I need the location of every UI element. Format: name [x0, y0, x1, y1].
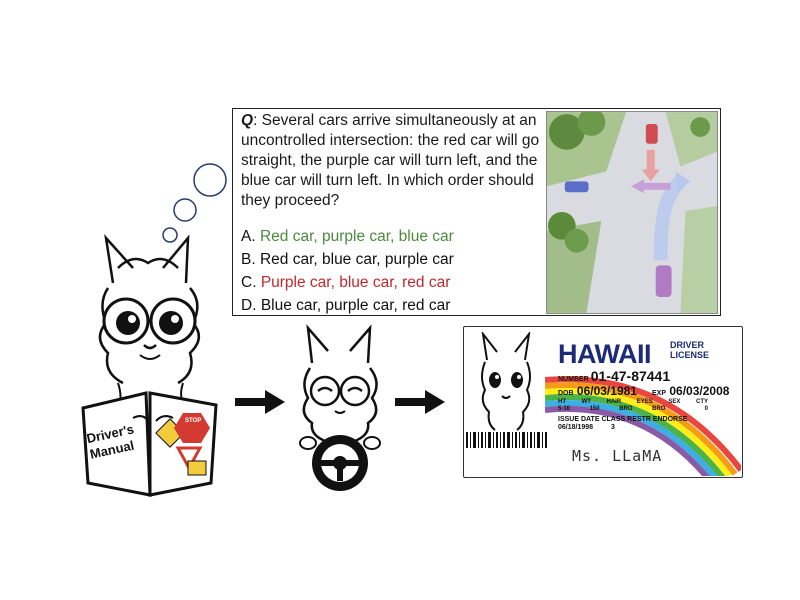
field-eyes-value: BRO: [652, 406, 666, 412]
restr-label: RESTR: [627, 416, 651, 423]
license-photo-llama: [481, 332, 531, 431]
option-a-letter: A.: [241, 228, 256, 245]
question-label: Q: [241, 112, 254, 129]
option-a-text: Red car, purple car, blue car: [259, 228, 454, 245]
option-b: B. Red car, blue car, purple car: [241, 250, 454, 270]
red-car: [645, 124, 658, 144]
license-type-line1: DRIVER: [670, 340, 705, 350]
field-ht-label: HT: [558, 399, 566, 405]
option-d-letter: D.: [241, 297, 257, 314]
intersection-illustration: [546, 111, 718, 314]
endorse-label: ENDORSE: [652, 416, 688, 423]
blue-car: [564, 181, 589, 193]
option-c-letter: C.: [241, 274, 257, 291]
question-text: Q: Several cars arrive simultaneously at…: [241, 111, 541, 211]
option-c-text: Purple car, blue car, red car: [260, 274, 451, 291]
arrow-right-icon: [235, 390, 285, 414]
license-exp-label: EXP: [652, 390, 667, 397]
license-dob-row: DOB 06/03/1981: [558, 384, 637, 398]
option-d: D. Blue car, purple car, red car: [241, 296, 450, 316]
field-ht-value: 5-10: [558, 406, 571, 412]
question-body: : Several cars arrive simultaneously at …: [241, 112, 540, 209]
field-hair-value: BRO: [619, 406, 633, 412]
option-b-text: Red car, blue car, purple car: [259, 251, 454, 268]
field-sex-label: SEX: [668, 399, 681, 405]
option-a: A. Red car, purple car, blue car: [241, 227, 454, 247]
license-dob: 06/03/1981: [576, 384, 637, 398]
license-state: HAWAII: [558, 339, 652, 369]
license-type: DRIVER LICENSE: [670, 340, 709, 360]
license-number: 01-47-87441: [590, 368, 671, 384]
field-cty-label: CTY: [696, 399, 708, 405]
issue-date-label: ISSUE DATE: [558, 416, 600, 423]
license-signature: Ms. LLaMA: [572, 447, 663, 465]
license-issue-row: ISSUE DATE CLASS RESTR ENDORSE: [558, 416, 687, 423]
driving-llama-illustration: [299, 324, 381, 491]
license-exp-row: EXP 06/03/2008: [652, 384, 729, 398]
field-wt-value: 150: [589, 406, 600, 412]
class-label: CLASS: [601, 416, 626, 423]
field-eyes-label: EYES: [636, 399, 653, 405]
license-dob-label: DOB: [558, 390, 574, 397]
option-b-letter: B.: [241, 251, 256, 268]
field-cty-value: 0: [704, 406, 708, 412]
license-number-label: NUMBER: [558, 376, 589, 383]
field-wt-label: WT: [581, 399, 591, 405]
class-value: 3: [611, 424, 615, 431]
purple-car: [655, 265, 672, 298]
license-fields-row: HT WT HAIR EYES SEX CTY: [558, 399, 708, 405]
option-d-text: Blue car, purple car, red car: [260, 297, 451, 314]
arrow-right-icon: [395, 390, 445, 414]
field-hair-label: HAIR: [606, 399, 622, 405]
issue-date-value: 06/18/1998: [558, 424, 594, 431]
license-issue-values: 06/18/1998 3: [558, 424, 615, 431]
license-number-row: NUMBER 01-47-87441: [558, 368, 670, 384]
license-exp: 06/03/2008: [669, 384, 730, 398]
license-type-line2: LICENSE: [670, 350, 710, 360]
license-values-row: 5-10 150 BRO BRO 0: [558, 406, 708, 412]
option-c: C. Purple car, blue car, red car: [241, 273, 450, 293]
stop-sign-text: STOP: [185, 418, 202, 424]
license-barcode: [466, 432, 547, 448]
